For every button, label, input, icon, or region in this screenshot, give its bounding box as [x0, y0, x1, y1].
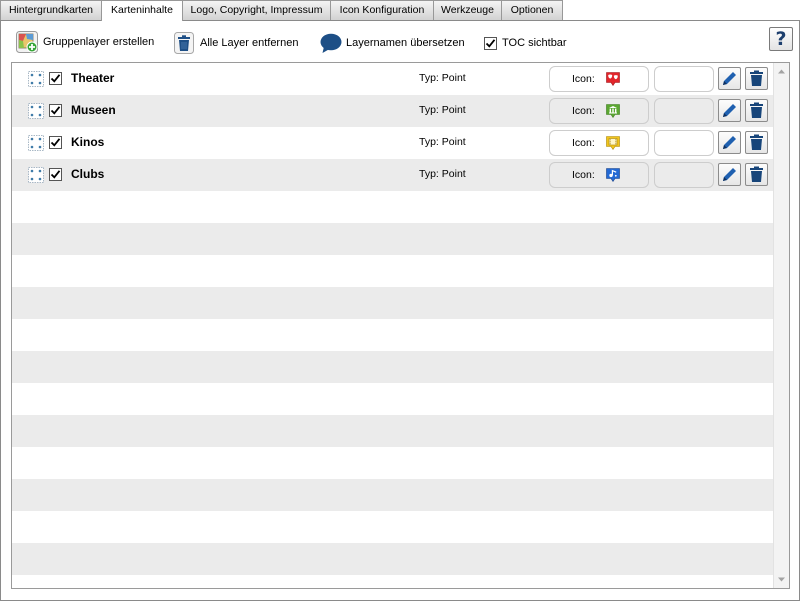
delete-layer-button[interactable] — [745, 99, 768, 122]
drag-handle-icon[interactable] — [28, 135, 44, 151]
drag-handle-icon[interactable] — [28, 71, 44, 87]
toc-visible-label: TOC sichtbar — [502, 37, 567, 49]
layer-value-field[interactable] — [654, 130, 714, 156]
translate-layer-names-button[interactable]: Layernamen übersetzen — [320, 33, 465, 54]
museum-marker-icon — [605, 103, 621, 119]
checkmark-icon — [485, 39, 496, 48]
edit-layer-button[interactable] — [718, 163, 741, 186]
vertical-scrollbar[interactable] — [773, 63, 789, 588]
edit-layer-button[interactable] — [718, 67, 741, 90]
layer-type-value: Point — [441, 72, 466, 84]
layer-icon-label: Icon: — [572, 137, 595, 149]
theater-masks-marker-icon — [605, 71, 621, 87]
layer-type: Typ: Point — [419, 63, 466, 94]
layer-type-prefix: Typ: — [419, 168, 439, 180]
layer-visible-checkbox[interactable] — [49, 104, 62, 117]
trash-icon — [750, 166, 763, 182]
layer-type: Typ: Point — [419, 127, 466, 158]
layer-icon-selector[interactable]: Icon: — [549, 162, 649, 188]
layer-list: Theater Typ: Point Icon: Museen Typ: Poi… — [11, 62, 790, 589]
layer-visible-checkbox[interactable] — [49, 168, 62, 181]
create-group-layer-button[interactable]: Gruppenlayer erstellen — [16, 31, 154, 53]
pencil-icon — [723, 72, 736, 85]
layer-name: Kinos — [71, 135, 105, 149]
checkmark-icon — [50, 170, 61, 179]
layer-name: Clubs — [71, 167, 105, 181]
checkmark-icon — [50, 74, 61, 83]
create-group-layer-label: Gruppenlayer erstellen — [43, 35, 155, 48]
layer-type: Typ: Point — [419, 95, 466, 126]
remove-all-layers-button[interactable]: Alle Layer entfernen — [174, 32, 298, 54]
layer-row: Theater Typ: Point Icon: — [12, 63, 773, 95]
tab-logo-copyright-impressum[interactable]: Logo, Copyright, Impressum — [182, 0, 331, 20]
edit-layer-button[interactable] — [718, 99, 741, 122]
layer-icon-label: Icon: — [572, 73, 595, 85]
map-content-editor: Hintergrundkarten Karteninhalte Logo, Co… — [0, 0, 800, 601]
layer-visible-checkbox[interactable] — [49, 136, 62, 149]
tab-werkzeuge[interactable]: Werkzeuge — [433, 0, 502, 20]
layer-value-field[interactable] — [654, 66, 714, 92]
trash-icon — [174, 32, 194, 54]
layer-name: Theater — [71, 71, 115, 85]
layer-icon-label: Icon: — [572, 105, 595, 117]
tab-optionen[interactable]: Optionen — [501, 0, 563, 20]
layer-type-prefix: Typ: — [419, 136, 439, 148]
pencil-icon — [723, 168, 736, 181]
remove-all-layers-label: Alle Layer entfernen — [200, 36, 299, 49]
edit-layer-button[interactable] — [718, 131, 741, 154]
layer-type-value: Point — [441, 168, 466, 180]
tab-hintergrundkarten[interactable]: Hintergrundkarten — [0, 0, 102, 20]
layer-value-field[interactable] — [654, 98, 714, 124]
drag-handle-icon[interactable] — [28, 167, 44, 183]
layer-row: Museen Typ: Point Icon: — [12, 95, 773, 127]
layer-visible-checkbox[interactable] — [49, 72, 62, 85]
trash-icon — [750, 102, 763, 118]
trash-icon — [750, 134, 763, 150]
tab-icon-konfiguration[interactable]: Icon Konfiguration — [330, 0, 434, 20]
toc-visible-checkbox[interactable] — [484, 37, 497, 50]
help-button[interactable]: ? — [769, 27, 793, 51]
delete-layer-button[interactable] — [745, 131, 768, 154]
layer-rows: Theater Typ: Point Icon: Museen Typ: Poi… — [12, 63, 773, 191]
cinema-marker-icon — [605, 135, 621, 151]
layer-icon-selector[interactable]: Icon: — [549, 130, 649, 156]
layer-icon-label: Icon: — [572, 169, 595, 181]
pencil-icon — [723, 104, 736, 117]
delete-layer-button[interactable] — [745, 163, 768, 186]
layer-type-prefix: Typ: — [419, 104, 439, 116]
speech-bubble-icon — [320, 33, 342, 54]
delete-layer-button[interactable] — [745, 67, 768, 90]
layer-type-prefix: Typ: — [419, 72, 439, 84]
toc-visible-toggle[interactable]: TOC sichtbar — [484, 37, 567, 50]
layer-type-value: Point — [441, 136, 466, 148]
scroll-down-arrow-icon[interactable] — [774, 572, 789, 587]
add-group-layer-icon — [16, 31, 38, 53]
layer-row: Clubs Typ: Point Icon: — [12, 159, 773, 191]
layer-type-value: Point — [441, 104, 466, 116]
scroll-up-arrow-icon[interactable] — [774, 64, 789, 79]
translate-layer-names-label: Layernamen übersetzen — [346, 37, 465, 49]
club-marker-icon — [605, 167, 621, 183]
pencil-icon — [723, 136, 736, 149]
layer-value-field[interactable] — [654, 162, 714, 188]
layer-name: Museen — [71, 103, 116, 117]
checkmark-icon — [50, 138, 61, 147]
tab-karteninhalte[interactable]: Karteninhalte — [101, 0, 183, 21]
layer-type: Typ: Point — [419, 159, 466, 190]
drag-handle-icon[interactable] — [28, 103, 44, 119]
layer-row: Kinos Typ: Point Icon: — [12, 127, 773, 159]
layer-icon-selector[interactable]: Icon: — [549, 66, 649, 92]
layer-icon-selector[interactable]: Icon: — [549, 98, 649, 124]
checkmark-icon — [50, 106, 61, 115]
trash-icon — [750, 70, 763, 86]
